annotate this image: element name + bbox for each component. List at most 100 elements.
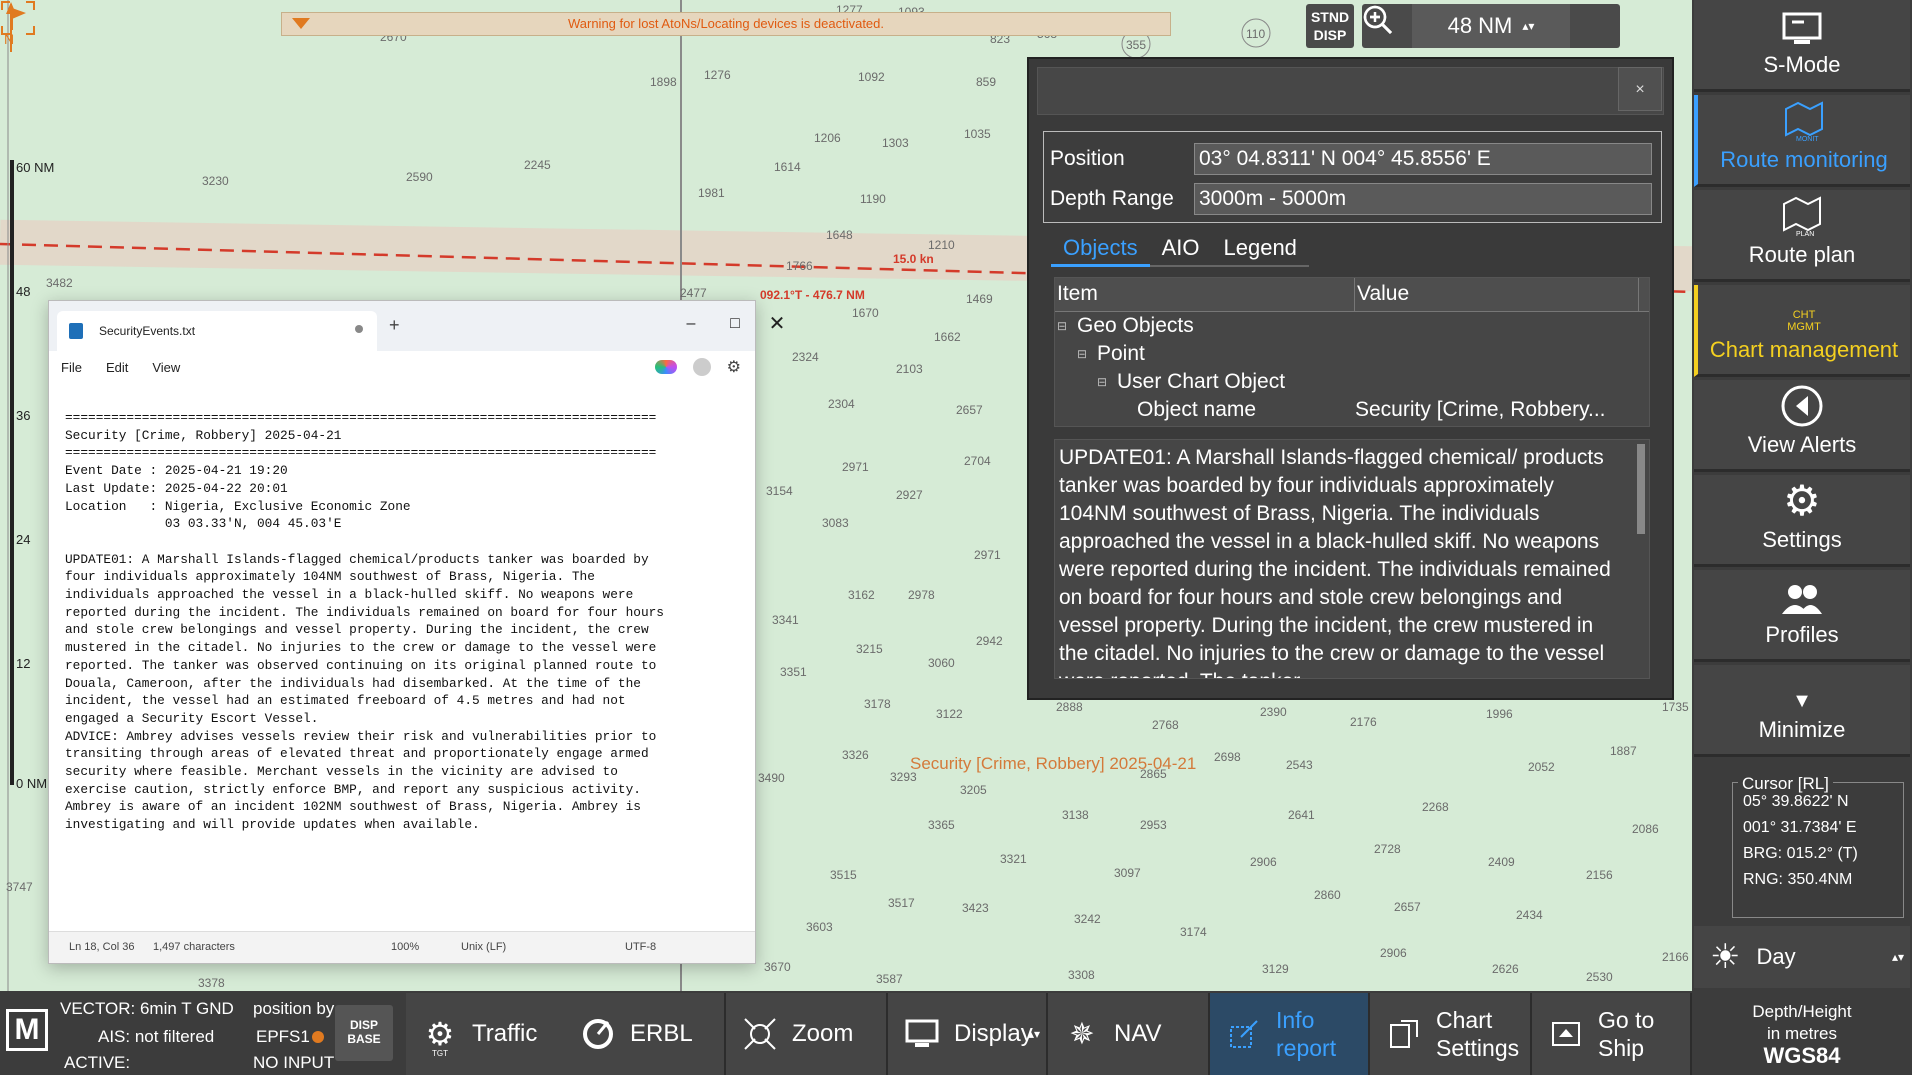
standard-display-button[interactable]: STND DISP <box>1306 4 1354 48</box>
ais-status[interactable]: AIS: not filtered <box>98 1027 214 1047</box>
ship-icon <box>1546 1014 1586 1054</box>
notepad-tab[interactable]: SecurityEvents.txt <box>57 311 377 351</box>
scale-label: 0 NM <box>16 776 48 791</box>
menu-view[interactable]: View <box>152 360 180 375</box>
depth-sounding: 1735 <box>1662 700 1689 714</box>
depth-sounding: 3603 <box>806 920 833 934</box>
zoom-button[interactable]: Zoom <box>726 993 888 1075</box>
depth-sounding: 1662 <box>934 330 961 344</box>
maximize-window-button[interactable]: □ <box>715 309 755 339</box>
chart-management-button[interactable]: CHT MGMT Chart management <box>1694 285 1910 377</box>
notepad-text-area[interactable]: ========================================… <box>49 383 755 931</box>
nav-button[interactable]: ✵ NAV <box>1048 993 1210 1075</box>
zoom-range-select[interactable]: 48 NM ▴▾ <box>1412 4 1570 48</box>
security-event-label[interactable]: Security [Crime, Robbery] 2025-04-21 <box>910 754 1196 774</box>
tab-objects[interactable]: Objects <box>1051 227 1150 267</box>
depth-sounding: 2927 <box>896 488 923 502</box>
object-description[interactable]: UPDATE01: A Marshall Islands-flagged che… <box>1054 439 1650 679</box>
collapse-icon[interactable]: ⊟ <box>1097 375 1109 389</box>
depth-sounding: 1887 <box>1610 744 1637 758</box>
depth-sounding: 3162 <box>848 588 875 602</box>
tree-row[interactable]: ⊟ User Chart Object <box>1055 368 1649 396</box>
cursor-title[interactable]: Cursor [RL] <box>1738 774 1833 794</box>
erbl-button[interactable]: ERBL <box>564 993 726 1075</box>
dialog-close-button[interactable]: × <box>1618 67 1662 111</box>
vector-status[interactable]: VECTOR: 6min T GND <box>60 999 234 1019</box>
collapse-icon[interactable]: ⊟ <box>1057 319 1069 333</box>
cursor-range: RNG: 350.4NM <box>1743 871 1853 888</box>
in-metres-label: in metres <box>1767 1024 1837 1043</box>
svg-text:PLAN: PLAN <box>1796 231 1814 238</box>
depth-sounding: 2477 <box>680 286 707 300</box>
settings-button[interactable]: ⚙ Settings <box>1694 475 1910 567</box>
collapse-arrow-icon[interactable] <box>292 18 310 29</box>
security-flag-icon[interactable] <box>0 0 36 36</box>
encoding[interactable]: UTF-8 <box>625 941 656 953</box>
route-monitoring-button[interactable]: MONIT Route monitoring <box>1694 95 1910 187</box>
users-icon <box>1694 570 1910 622</box>
depth-sounding: 1276 <box>704 68 731 82</box>
scale-label: 48 <box>16 284 31 299</box>
column-item[interactable]: Item <box>1055 278 1355 311</box>
tree-row[interactable]: Object name Security [Crime, Robbery... <box>1055 396 1649 424</box>
m-logo-icon[interactable]: M <box>6 1009 48 1051</box>
tree-row[interactable]: ⊟ Geo Objects <box>1055 312 1649 340</box>
depth-sounding: 3154 <box>766 484 793 498</box>
tab-aio[interactable]: AIO <box>1149 227 1212 267</box>
chevron-down-icon: ▼ <box>1792 690 1812 712</box>
chart-management-label: Chart management <box>1709 337 1899 362</box>
menu-edit[interactable]: Edit <box>106 360 128 375</box>
day-mode-select[interactable]: ☀ Day ▴▾ <box>1694 926 1910 988</box>
new-tab-button[interactable]: + <box>389 315 400 336</box>
s-mode-button[interactable]: S-Mode <box>1694 0 1910 92</box>
settings-label: Settings <box>1436 1035 1520 1061</box>
minimize-window-button[interactable]: – <box>671 309 711 339</box>
description-scrollbar[interactable] <box>1637 444 1645 534</box>
notepad-menubar: File Edit View ⚙ <box>49 351 755 383</box>
depth-sounding: 1035 <box>964 127 991 141</box>
depth-sounding: 3308 <box>1068 968 1095 982</box>
warning-banner[interactable]: Warning for lost AtoNs/Locating devices … <box>281 12 1171 36</box>
tree-label: Point <box>1097 342 1145 365</box>
route-speed-label: 15.0 kn <box>893 252 934 266</box>
notepad-window[interactable]: SecurityEvents.txt + – □ ✕ File Edit Vie… <box>48 300 785 964</box>
display-button[interactable]: Display ▴▾ <box>888 993 1048 1075</box>
copilot-icon[interactable] <box>654 360 677 374</box>
line-ending[interactable]: Unix (LF) <box>461 941 506 953</box>
chart-settings-button[interactable]: Chart Settings <box>1370 993 1532 1075</box>
depth-sounding: 859 <box>976 75 997 89</box>
zoom-level[interactable]: 100% <box>391 941 419 953</box>
depth-sounding: 3129 <box>1262 962 1289 976</box>
collapse-icon[interactable]: ⊟ <box>1077 347 1089 361</box>
s-mode-label: S-Mode <box>1763 52 1841 77</box>
sun-icon: ☀ <box>1710 938 1741 976</box>
depth-sounding: 1996 <box>1486 707 1513 721</box>
view-alerts-button[interactable]: View Alerts <box>1694 380 1910 472</box>
column-value[interactable]: Value <box>1355 278 1639 311</box>
unsaved-dot-icon[interactable] <box>355 325 363 333</box>
dialog-titlebar[interactable] <box>1037 67 1664 115</box>
tree-row[interactable]: ⊟ Point <box>1055 340 1649 368</box>
profiles-button[interactable]: Profiles <box>1694 570 1910 662</box>
close-window-button[interactable]: ✕ <box>757 309 797 339</box>
display-base-button[interactable]: DISP BASE <box>335 1005 393 1061</box>
object-tree[interactable]: Item Value ⊟ Geo Objects ⊟ Point ⊟ User Cha… <box>1054 277 1650 427</box>
menu-file[interactable]: File <box>61 360 82 375</box>
tab-legend[interactable]: Legend <box>1211 227 1309 267</box>
gear-icon[interactable]: ⚙ <box>727 357 741 377</box>
route-plan-button[interactable]: PLAN Route plan <box>1694 190 1910 282</box>
notepad-titlebar[interactable]: SecurityEvents.txt + – □ ✕ <box>49 301 785 351</box>
depth-sounding: 2626 <box>1492 962 1519 976</box>
depth-sounding: 3242 <box>1074 912 1101 926</box>
depth-sounding: 2166 <box>1662 950 1689 964</box>
minimize-button[interactable]: ▼ Minimize <box>1694 665 1910 757</box>
info-report-dialog[interactable]: × Position 03° 04.8311' N 004° 45.8556' … <box>1027 57 1674 700</box>
go-to-ship-button[interactable]: Go to Ship <box>1532 993 1692 1075</box>
account-icon[interactable] <box>692 358 711 376</box>
go-to-label: Go to <box>1598 1007 1655 1033</box>
zoom-out-button[interactable] <box>1363 4 1620 48</box>
epfs-status[interactable]: EPFS1 <box>256 1027 310 1047</box>
cursor-lon: 001° 31.7384' E <box>1743 819 1857 836</box>
depth-sounding: 3083 <box>822 516 849 530</box>
info-report-button[interactable]: Info report <box>1210 993 1370 1075</box>
